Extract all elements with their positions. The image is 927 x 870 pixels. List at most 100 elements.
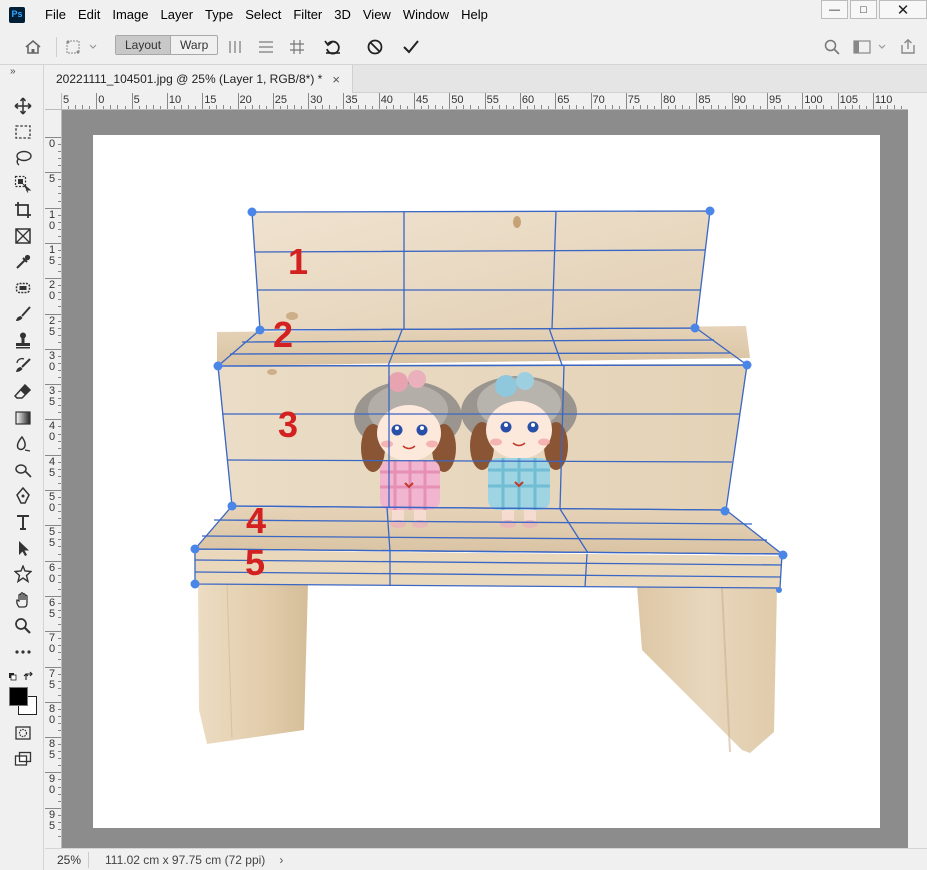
ruler-tick [414, 93, 415, 109]
ruler-minor-tick [774, 106, 776, 109]
ruler-tick [696, 93, 698, 109]
close-document-icon[interactable]: × [332, 72, 340, 87]
pen-tool-icon[interactable] [13, 486, 33, 506]
warp-mode-button[interactable]: Warp [170, 36, 217, 54]
frame-tool-icon[interactable] [13, 226, 33, 246]
workspace-icon[interactable] [852, 38, 888, 56]
ruler-origin[interactable] [45, 93, 62, 110]
object-select-tool-icon[interactable] [13, 174, 33, 194]
ruler-minor-tick [844, 106, 846, 109]
crop-tool-icon[interactable] [13, 200, 33, 220]
menu-select[interactable]: Select [239, 7, 287, 22]
document-tab-bar: 20221111_104501.jpg @ 25% (Layer 1, RGB/… [45, 65, 927, 93]
ruler-minor-tick [597, 106, 599, 109]
ruler-label-h: 40 [380, 94, 393, 106]
horizontal-ruler[interactable]: 5 0 5 10 15 20 25 30 35 40 45 50 55 60 65 70 75 80 85 90 95 1… [62, 93, 908, 110]
collapse-panel-button[interactable]: » [10, 66, 15, 77]
puppet-warp-icon[interactable] [64, 38, 100, 56]
brush-tool-icon[interactable] [13, 304, 33, 324]
share-icon[interactable] [898, 38, 918, 56]
ruler-minor-tick [887, 105, 889, 109]
menu-file[interactable]: File [39, 7, 72, 22]
home-icon[interactable] [22, 38, 44, 56]
menu-type[interactable]: Type [199, 7, 239, 22]
status-menu-arrow-icon[interactable]: › [279, 853, 283, 867]
canvas-area[interactable]: 1 2 3 4 5 [62, 110, 908, 848]
zoom-level-field[interactable]: 25% [45, 851, 89, 868]
spot-healing-tool-icon[interactable] [13, 278, 33, 298]
move-tool-icon[interactable] [13, 96, 33, 116]
menu-window[interactable]: Window [397, 7, 455, 22]
ruler-minor-tick [58, 235, 61, 237]
hand-tool-icon[interactable] [13, 590, 33, 610]
minimize-button[interactable]: — [821, 0, 848, 19]
search-icon[interactable] [823, 38, 841, 56]
layout-mode-button[interactable]: Layout [116, 36, 171, 54]
more-tools-icon[interactable] [13, 642, 33, 662]
maximize-button[interactable]: □ [850, 0, 877, 19]
ruler-tick [45, 772, 61, 774]
eraser-tool-icon[interactable] [13, 382, 33, 402]
ruler-minor-tick [58, 722, 61, 724]
zoom-tool-icon[interactable] [13, 616, 33, 636]
ruler-minor-tick [604, 105, 606, 109]
history-brush-tool-icon[interactable] [13, 356, 33, 376]
ruler-tick [166, 93, 168, 109]
ruler-minor-tick [58, 151, 61, 153]
screen-mode-icon[interactable] [13, 749, 33, 769]
ruler-minor-tick [58, 440, 61, 442]
clone-stamp-tool-icon[interactable] [13, 330, 33, 350]
menu-image[interactable]: Image [106, 7, 154, 22]
path-select-tool-icon[interactable] [13, 538, 33, 558]
ruler-label-h: 85 [698, 94, 711, 106]
warped-bench-image[interactable]: 1 2 3 4 5 [62, 110, 908, 848]
menu-filter[interactable]: Filter [287, 7, 328, 22]
vertical-scrollbar[interactable] [908, 110, 927, 848]
split-horizontal-icon[interactable] [257, 38, 275, 56]
ruler-tick [590, 93, 592, 109]
ruler-minor-tick [216, 105, 218, 109]
cancel-icon[interactable] [365, 38, 385, 56]
ruler-label-v: 70 [48, 632, 56, 656]
menu-layer[interactable]: Layer [155, 7, 200, 22]
ruler-minor-tick [809, 106, 811, 109]
quick-mask-icon[interactable] [13, 723, 33, 743]
marquee-tool-icon[interactable] [13, 122, 33, 142]
close-window-button[interactable]: ✕ [879, 0, 927, 19]
commit-icon[interactable] [401, 38, 421, 56]
ruler-label-v: 20 [48, 279, 56, 303]
split-vertical-icon[interactable] [226, 38, 244, 56]
type-tool-icon[interactable] [13, 512, 33, 532]
menu-edit[interactable]: Edit [72, 7, 106, 22]
ruler-tick [625, 93, 627, 109]
ruler-minor-tick [463, 105, 465, 109]
lasso-tool-icon[interactable] [13, 148, 33, 168]
ruler-tick [272, 93, 274, 109]
ruler-minor-tick [58, 610, 61, 612]
ruler-tick [45, 525, 61, 527]
menu-view[interactable]: View [357, 7, 397, 22]
grid-icon[interactable] [288, 38, 306, 56]
document-tab[interactable]: 20221111_104501.jpg @ 25% (Layer 1, RGB/… [45, 65, 353, 93]
blur-tool-icon[interactable] [13, 434, 33, 454]
foreground-color-swatch[interactable] [9, 687, 28, 706]
ruler-label-v: 10 [48, 208, 56, 232]
shape-tool-icon[interactable] [13, 564, 33, 584]
ruler-minor-tick [816, 105, 818, 109]
ruler-minor-tick [498, 105, 500, 109]
ruler-minor-tick [58, 412, 61, 414]
undo-warp-icon[interactable] [322, 38, 344, 56]
dodge-tool-icon[interactable] [13, 460, 33, 480]
menu-3d[interactable]: 3D [328, 7, 357, 22]
ruler-minor-tick [58, 638, 61, 640]
ruler-minor-tick [865, 106, 867, 109]
gradient-tool-icon[interactable] [13, 408, 33, 428]
ruler-minor-tick [58, 221, 61, 223]
ruler-minor-tick [58, 292, 61, 294]
menu-help[interactable]: Help [455, 7, 494, 22]
ruler-tick [484, 93, 486, 109]
swap-colors-icon[interactable] [8, 671, 36, 683]
ruler-minor-tick [58, 715, 61, 717]
eyedropper-tool-icon[interactable] [13, 252, 33, 272]
vertical-ruler[interactable]: 0 5 10 15 20 25 30 35 40 45 50 55 60 65 70 75 80 85 90 95 [45, 110, 62, 848]
